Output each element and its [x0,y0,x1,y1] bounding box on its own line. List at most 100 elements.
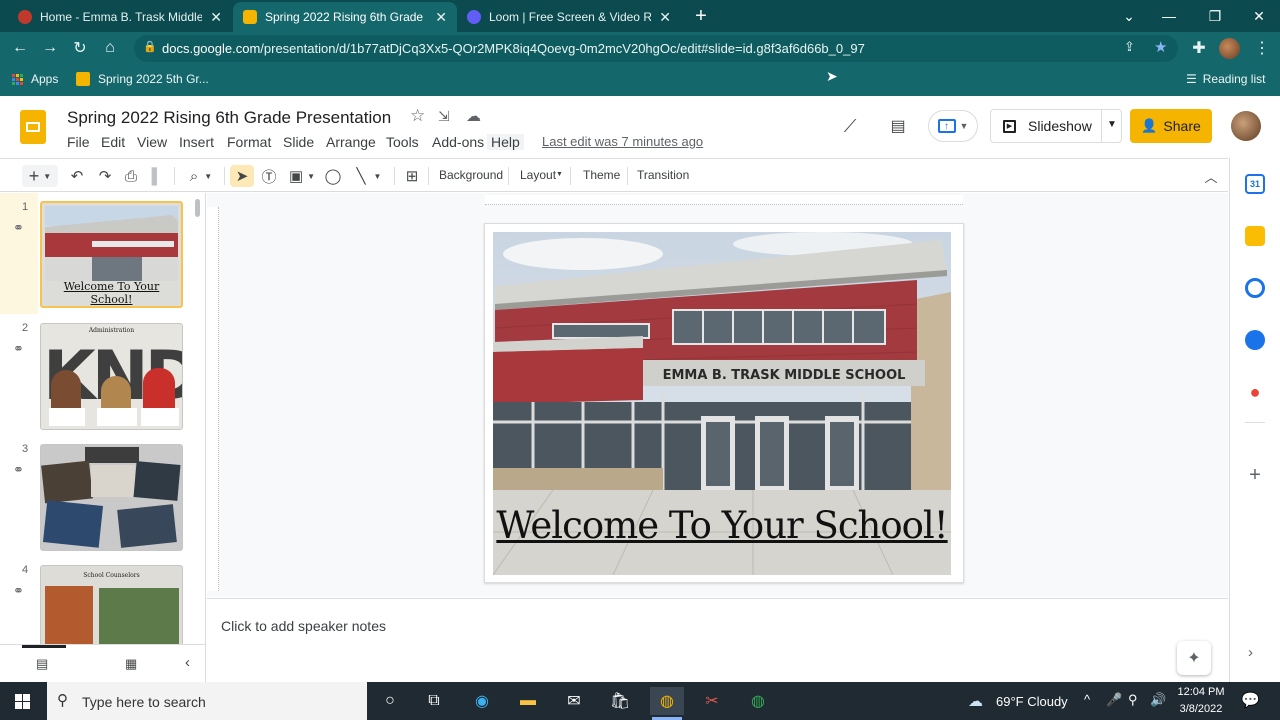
weather-text[interactable]: 69°F Cloudy [996,694,1068,709]
collapse-panel-chevron-icon[interactable]: ‹ [185,654,190,671]
file-explorer-icon[interactable]: ▬ [514,687,542,715]
move-folder-icon[interactable]: ⇲ [438,108,450,125]
close-tab-icon[interactable]: ✕ [659,9,671,26]
star-icon[interactable]: ☆ [410,106,425,126]
close-tab-icon[interactable]: ✕ [435,9,447,26]
tab-home-trask[interactable]: Home - Emma B. Trask Middle ✕ [8,2,232,32]
speaker-notes-placeholder[interactable]: Click to add speaker notes [221,618,386,634]
undo-icon[interactable]: ↶ [66,165,88,187]
chrome-icon[interactable]: ◍ [744,687,772,715]
menu-file[interactable]: File [67,134,90,150]
tab-slides-presentation[interactable]: Spring 2022 Rising 6th Grade Pre ✕ [233,2,457,32]
clock-date[interactable]: 3/8/2022 [1176,703,1226,715]
menu-arrange[interactable]: Arrange [326,134,376,150]
window-close-icon[interactable]: ✕ [1236,0,1280,32]
present-to-meeting-button[interactable]: ↑ ▼ [928,110,978,142]
document-title[interactable]: Spring 2022 Rising 6th Grade Presentatio… [67,108,391,128]
transition-button[interactable]: Transition [637,168,689,182]
school-building-photo[interactable]: EMMA B. TRASK MIDDLE SCHOOL Welcome To Y… [493,232,951,575]
calendar-icon[interactable]: 31 [1245,174,1265,194]
minimize-icon[interactable]: — [1146,0,1192,32]
account-avatar[interactable] [1231,111,1261,141]
filmstrip-view-icon[interactable]: ▤ [36,656,48,672]
reload-icon[interactable]: ↻ [68,36,92,60]
print-icon[interactable]: ⎙ [120,165,142,187]
bookmark-spring-2022[interactable]: Spring 2022 5th Gr... [76,72,209,86]
chrome-menu-icon[interactable]: ⋮ [1250,36,1274,60]
apps-shortcut[interactable]: Apps [12,72,58,86]
slide-thumbnail-row[interactable]: 4 ⚭ School Counselors [0,556,200,644]
edge-browser-icon[interactable]: ◉ [468,687,496,715]
slide-thumbnail-row[interactable]: 2 ⚭ Administration KND [0,314,200,435]
slide-thumbnail-1[interactable]: Welcome To Your School! [40,201,183,308]
slides-logo-icon[interactable] [20,110,46,144]
share-button[interactable]: 👤 Share [1130,109,1212,143]
grid-view-icon[interactable]: ▦ [125,656,137,672]
activity-trend-icon[interactable]: ⟋ [836,112,864,140]
volume-icon[interactable]: 🔊 [1150,692,1166,708]
collapse-toolbar-chevron-icon[interactable]: ︿ [1200,165,1222,187]
explore-sparkle-icon[interactable]: ✦ [1177,641,1211,675]
new-tab-plus-icon[interactable]: + [686,0,716,32]
bookmark-star-icon[interactable]: ★ [1154,38,1167,56]
redo-icon[interactable]: ↷ [94,165,116,187]
slide-caption-title[interactable]: Welcome To Your School! [493,504,951,547]
show-hidden-icons-chevron-icon[interactable]: ^ [1084,692,1090,707]
text-box-icon[interactable]: Ⓣ [258,165,280,187]
microsoft-store-icon[interactable]: 🛍 [606,687,634,715]
add-comment-icon[interactable]: ⊞ [400,165,424,187]
task-view-icon[interactable]: ⧉ [420,687,448,715]
line-icon[interactable]: ╲ ▼ [350,165,388,187]
slide-thumbnail-row[interactable]: 1 ⚭ Welcome To Your School! [0,193,200,314]
contacts-icon[interactable] [1245,330,1265,350]
keep-icon[interactable] [1245,226,1265,246]
profile-avatar[interactable] [1219,38,1240,59]
maps-pin-icon[interactable]: ● [1245,382,1265,402]
extensions-puzzle-icon[interactable]: ✚ [1187,36,1211,60]
restore-icon[interactable]: ❐ [1192,0,1238,32]
snip-sketch-icon[interactable]: ✂ [698,687,726,715]
menu-help[interactable]: Help [487,134,524,150]
speaker-notes-panel[interactable]: Click to add speaker notes ✦ [207,598,1228,682]
new-slide-plus-icon[interactable]: + ▼ [22,165,58,187]
slideshow-dropdown-icon[interactable]: ▼ [1107,119,1117,130]
network-icon[interactable]: ⚲ [1128,692,1138,708]
slide-thumbnail-2[interactable]: Administration KND [40,323,183,430]
expand-panel-chevron-icon[interactable]: › [1248,644,1253,661]
forward-arrow-icon[interactable]: → [38,36,62,60]
shape-icon[interactable]: ◯ [322,165,344,187]
tasks-icon[interactable] [1245,278,1265,298]
mail-icon[interactable]: ✉ [560,687,588,715]
insert-image-icon[interactable]: ▣ ▼ [286,165,318,187]
menu-edit[interactable]: Edit [101,134,125,150]
background-button[interactable]: Background [439,168,503,182]
taskbar-search-box[interactable]: ⚲ Type here to search [47,682,367,720]
chrome-slides-taskbar-icon[interactable]: ◍ [650,687,684,715]
menu-slide[interactable]: Slide [283,134,314,150]
reading-list-button[interactable]: ☰ Reading list [1186,72,1265,86]
last-edit-link[interactable]: Last edit was 7 minutes ago [542,134,703,149]
tab-loom[interactable]: Loom | Free Screen & Video Reco ✕ [457,2,681,32]
theme-button[interactable]: Theme [583,168,620,182]
close-tab-icon[interactable]: ✕ [210,9,222,26]
windows-start-icon[interactable] [8,687,36,715]
clock-time[interactable]: 12:04 PM [1176,686,1226,698]
zoom-icon[interactable]: ⌕ ▼ [182,165,220,187]
address-bar[interactable]: 🔒 docs.google.com/presentation/d/1b77atD… [134,35,1178,62]
notifications-icon[interactable]: 💬 [1241,691,1260,709]
microphone-icon[interactable]: 🎤 [1106,692,1122,708]
current-slide[interactable]: EMMA B. TRASK MIDDLE SCHOOL Welcome To Y… [484,223,964,583]
layout-button[interactable]: Layout [520,168,556,182]
slideshow-button[interactable]: ▶ Slideshow ▼ [990,109,1122,143]
back-arrow-icon[interactable]: ← [8,36,32,60]
menu-format[interactable]: Format [227,134,271,150]
slide-thumbnail-3[interactable] [40,444,183,551]
menu-insert[interactable]: Insert [179,134,214,150]
home-icon[interactable]: ⌂ [98,36,122,60]
menu-add-ons[interactable]: Add-ons [432,134,484,150]
paint-format-icon[interactable]: ▌ [146,165,168,187]
cortana-circle-icon[interactable]: ○ [376,687,404,715]
menu-view[interactable]: View [137,134,167,150]
comments-icon[interactable]: ▤ [884,112,912,140]
select-cursor-icon[interactable]: ➤ [230,165,254,187]
